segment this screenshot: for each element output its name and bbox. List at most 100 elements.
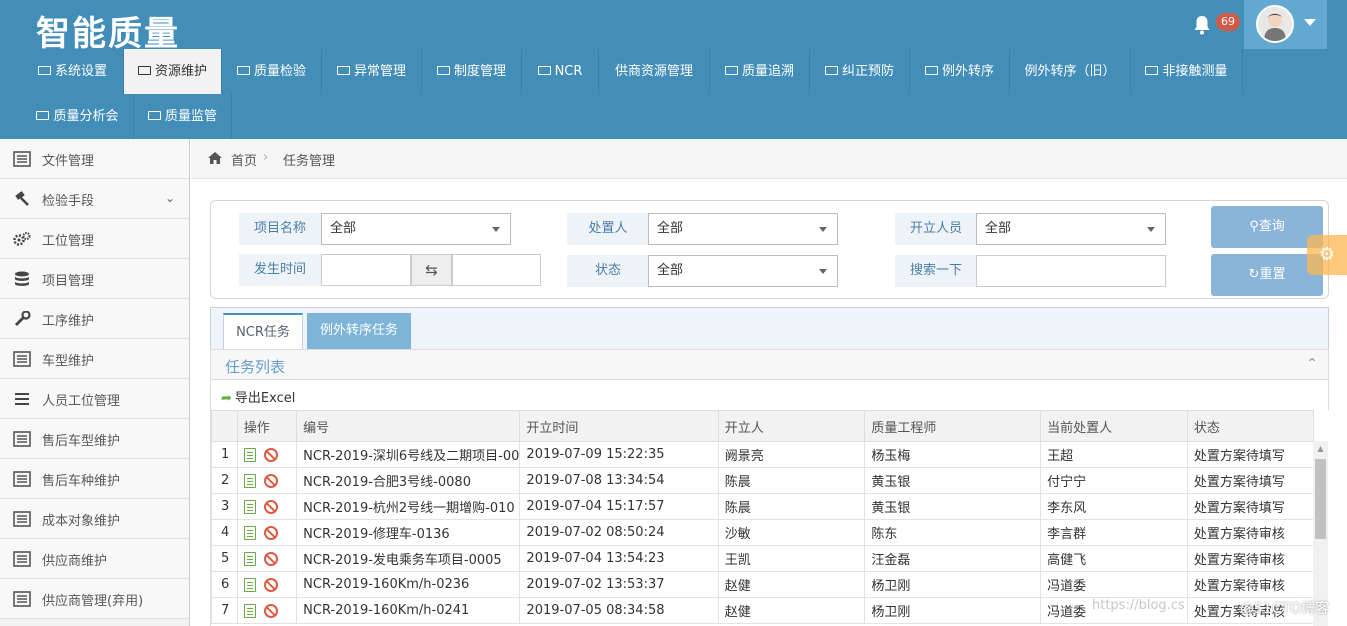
nav-exception-management[interactable]: 异常管理 bbox=[322, 49, 422, 94]
project-label: 项目名称 bbox=[239, 213, 321, 245]
nav-system-settings[interactable]: 系统设置 bbox=[22, 49, 124, 94]
end-time-input[interactable] bbox=[452, 254, 541, 286]
row-operations bbox=[236, 597, 298, 624]
nav-supplier-resources[interactable]: 供商资源管理 bbox=[599, 49, 710, 94]
gears-icon bbox=[13, 232, 31, 246]
ban-icon[interactable] bbox=[263, 447, 278, 462]
chevron-up-icon[interactable]: ⌃ bbox=[1306, 356, 1318, 372]
file-text-icon[interactable] bbox=[243, 499, 256, 514]
bell-icon[interactable] bbox=[1192, 14, 1212, 36]
export-excel-button[interactable]: ➦ 导出Excel bbox=[221, 387, 295, 406]
app-logo[interactable]: 智能质量 bbox=[36, 6, 180, 55]
search-input[interactable] bbox=[976, 255, 1166, 287]
file-text-icon[interactable] bbox=[243, 577, 256, 592]
column-header-current-handler[interactable]: 当前处置人 bbox=[1040, 410, 1188, 442]
file-text-icon[interactable] bbox=[243, 447, 256, 462]
row-creator: 赵健 bbox=[717, 597, 866, 624]
settings-gear-icon[interactable]: ⚙ bbox=[1307, 235, 1347, 275]
column-header-creator[interactable]: 开立人 bbox=[717, 410, 866, 442]
list-icon bbox=[13, 471, 31, 487]
project-select[interactable]: 全部 bbox=[321, 213, 511, 245]
sidebar-item-supplier[interactable]: 供应商维护 bbox=[0, 539, 189, 579]
avatar[interactable] bbox=[1256, 5, 1294, 43]
sidebar-item-project-management[interactable]: 项目管理 bbox=[0, 259, 189, 299]
row-index: 6 bbox=[211, 571, 238, 598]
start-time-input[interactable] bbox=[321, 254, 411, 286]
sidebar-item-process-maintenance[interactable]: 工序维护 bbox=[0, 299, 189, 339]
column-header-quality-engineer[interactable]: 质量工程师 bbox=[864, 410, 1042, 442]
user-menu[interactable] bbox=[1244, 0, 1327, 49]
nav-quality-traceability[interactable]: 质量追溯 bbox=[710, 49, 810, 94]
nav-exception-transfer-old[interactable]: 例外转序（旧） bbox=[1010, 49, 1131, 94]
table-row[interactable]: 4 NCR-2019-修理车-0136 2019-07-02 08:50:24 沙敏陈… bbox=[211, 519, 1315, 546]
file-text-icon[interactable] bbox=[243, 551, 256, 566]
sidebar-item-staff-workstation[interactable]: 人员工位管理 bbox=[0, 379, 189, 419]
tab-ncr-task[interactable]: NCR任务 bbox=[223, 313, 303, 350]
project-select-value: 全部 bbox=[330, 221, 357, 236]
sidebar-item-label: 文件管理 bbox=[42, 154, 95, 169]
nav-quality-inspection[interactable]: 质量检验 bbox=[222, 49, 322, 94]
file-text-icon[interactable] bbox=[243, 525, 256, 540]
chevron-down-icon[interactable] bbox=[1304, 19, 1316, 26]
table-row[interactable]: 6 NCR-2019-160Km/h-0236 2019-07-02 13:53:3… bbox=[211, 571, 1315, 598]
column-header-created-time[interactable]: 开立时间 bbox=[519, 410, 719, 442]
sidebar-item-inspection-methods[interactable]: 检验手段 ⌄ bbox=[0, 179, 189, 219]
sidebar-item-aftersales-model[interactable]: 售后车型维护 bbox=[0, 419, 189, 459]
nav-quality-analysis-meeting[interactable]: 质量分析会 bbox=[22, 94, 134, 139]
table-row[interactable]: 2 NCR-2019-合肥3号线-0080 2019-07-08 13:34:54 陈… bbox=[211, 467, 1315, 494]
ban-icon[interactable] bbox=[263, 577, 278, 592]
sidebar-item-vehicle-model[interactable]: 车型维护 bbox=[0, 339, 189, 379]
nav-contactless-measurement[interactable]: 非接触测量 bbox=[1131, 49, 1243, 94]
file-text-icon[interactable] bbox=[243, 603, 256, 618]
file-text-icon[interactable] bbox=[243, 473, 256, 488]
time-label: 发生时间 bbox=[239, 254, 321, 286]
sidebar-item-file-management[interactable]: 文件管理 bbox=[0, 139, 189, 179]
envelope-icon bbox=[336, 66, 350, 75]
row-creator: 沙敏 bbox=[717, 519, 866, 546]
row-operations bbox=[236, 493, 298, 520]
reset-button-label: 重置 bbox=[1259, 267, 1286, 282]
breadcrumb-home[interactable]: 首页 bbox=[231, 150, 257, 169]
ban-icon[interactable] bbox=[263, 473, 278, 488]
envelope-icon bbox=[137, 66, 151, 75]
nav-resource-maintenance[interactable]: 资源维护 bbox=[124, 49, 222, 94]
sidebar-item-label: 人员工位管理 bbox=[42, 394, 121, 409]
creator-label: 开立人员 bbox=[895, 213, 977, 245]
nav-exception-transfer[interactable]: 例外转序 bbox=[910, 49, 1010, 94]
status-select[interactable]: 全部 bbox=[648, 255, 838, 287]
row-code: NCR-2019-深圳6号线及二期项目-00 bbox=[296, 441, 521, 468]
nav-corrective-preventive[interactable]: 纠正预防 bbox=[810, 49, 910, 94]
sidebar-item-cost-object[interactable]: 成本对象维护 bbox=[0, 499, 189, 539]
nav-ncr[interactable]: NCR bbox=[522, 49, 599, 94]
ban-icon[interactable] bbox=[263, 551, 278, 566]
table-row[interactable]: 5 NCR-2019-发电乘务车项目-0005 2019-07-04 13:54:2… bbox=[211, 545, 1315, 572]
column-header-code[interactable]: 编号 bbox=[296, 410, 521, 442]
row-created-time: 2019-07-02 13:53:37 bbox=[519, 571, 719, 598]
sidebar-item-supplier-deprecated[interactable]: 供应商管理(弃用) bbox=[0, 579, 189, 619]
row-status: 处置方案待填写 bbox=[1186, 441, 1315, 468]
ban-icon[interactable] bbox=[263, 603, 278, 618]
sidebar-item-workstation-management[interactable]: 工位管理 bbox=[0, 219, 189, 259]
column-header-status[interactable]: 状态 bbox=[1186, 410, 1315, 442]
sidebar-item-aftersales-type[interactable]: 售后车种维护 bbox=[0, 459, 189, 499]
column-header-operation[interactable]: 操作 bbox=[236, 410, 298, 442]
table-row[interactable]: 3 NCR-2019-杭州2号线一期增购-010 2019-07-04 15:17:… bbox=[211, 493, 1315, 520]
envelope-icon bbox=[924, 66, 938, 75]
scroll-thumb[interactable] bbox=[1315, 459, 1326, 539]
nav-policy-management[interactable]: 制度管理 bbox=[422, 49, 522, 94]
scroll-up-icon[interactable]: ▲ bbox=[1313, 441, 1328, 456]
monitor-icon bbox=[37, 66, 51, 75]
chevron-down-icon: ⌄ bbox=[164, 191, 175, 205]
row-quality-engineer: 杨玉梅 bbox=[864, 441, 1042, 468]
nav-quality-supervision[interactable]: 质量监管 bbox=[134, 94, 232, 139]
status-label: 状态 bbox=[567, 255, 649, 287]
table-row[interactable]: 1 NCR-2019-深圳6号线及二期项目-00 2019-07-09 15:22:… bbox=[211, 441, 1315, 468]
row-code: NCR-2019-160Km/h-0241 bbox=[296, 597, 521, 624]
ban-icon[interactable] bbox=[263, 499, 278, 514]
caret-down-icon bbox=[819, 269, 827, 274]
exchange-icon[interactable]: ⇆ bbox=[411, 254, 452, 286]
creator-select[interactable]: 全部 bbox=[976, 213, 1166, 245]
tab-exception-transfer-task[interactable]: 例外转序任务 bbox=[307, 313, 411, 350]
handler-select[interactable]: 全部 bbox=[648, 213, 838, 245]
ban-icon[interactable] bbox=[263, 525, 278, 540]
